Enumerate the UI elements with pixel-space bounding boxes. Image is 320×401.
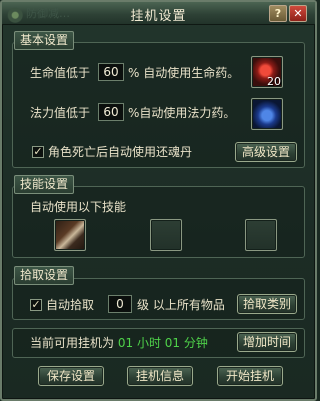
mp-threshold-input[interactable]: 60 — [98, 103, 124, 121]
add-time-button[interactable]: 增加时间 — [237, 332, 297, 352]
revive-label: 角色死亡后自动使用还魂丹 — [48, 145, 193, 159]
time-prefix: 当前可用挂机为 — [30, 336, 115, 350]
time-hours: 01 — [117, 336, 134, 350]
title-bar[interactable]: 防御减… 挂机设置 ? ✕ — [2, 2, 315, 25]
time-minutes: 01 — [164, 336, 181, 350]
help-button[interactable]: ? — [269, 5, 287, 22]
hp-potion-count: 20 — [267, 75, 281, 88]
revive-checkbox[interactable]: ✓ — [32, 146, 44, 158]
mp-threshold-suffix: %自动使用法力药。 — [128, 106, 236, 120]
time-minute-unit: 分钟 — [183, 336, 208, 350]
auto-battle-info-button[interactable]: 挂机信息 — [127, 366, 193, 386]
hp-threshold-prefix: 生命值低于 — [30, 66, 91, 80]
skill-settings-header: 技能设置 — [14, 175, 75, 194]
basic-settings-header: 基本设置 — [14, 31, 75, 50]
blue-potion-icon[interactable] — [251, 98, 283, 130]
remaining-time-text: 当前可用挂机为 01 小时 01 分钟 — [30, 335, 208, 351]
pickup-settings-header: 拾取设置 — [14, 266, 75, 285]
pickup-level-suffix: 级 以上所有物品 — [137, 298, 225, 312]
sword-skill-icon[interactable] — [54, 219, 86, 251]
red-potion-icon[interactable]: 20 — [251, 56, 283, 88]
save-settings-button[interactable]: 保存设置 — [38, 366, 104, 386]
close-button[interactable]: ✕ — [289, 5, 307, 22]
advanced-settings-button[interactable]: 高级设置 — [235, 142, 297, 162]
start-auto-battle-button[interactable]: 开始挂机 — [217, 366, 283, 386]
pickup-level-input[interactable]: 0 — [108, 295, 132, 313]
auto-skill-label: 自动使用以下技能 — [30, 200, 127, 214]
auto-pickup-checkbox[interactable]: ✓ — [30, 299, 42, 311]
auto-pickup-label: 自动拾取 — [46, 298, 95, 312]
hp-threshold-suffix: % 自动使用生命药。 — [128, 66, 240, 80]
auto-battle-settings-window: 防御减… 挂机设置 ? ✕ 基本设置 生命值低于 60 % 自动使用生命药。 2… — [0, 0, 317, 401]
time-hour-unit: 小时 — [136, 336, 161, 350]
skill-slot-empty[interactable] — [245, 219, 277, 251]
hp-threshold-input[interactable]: 60 — [98, 63, 124, 81]
pickup-category-button[interactable]: 拾取类别 — [237, 294, 297, 314]
mp-threshold-prefix: 法力值低于 — [30, 106, 91, 120]
skill-slot-empty[interactable] — [150, 219, 182, 251]
